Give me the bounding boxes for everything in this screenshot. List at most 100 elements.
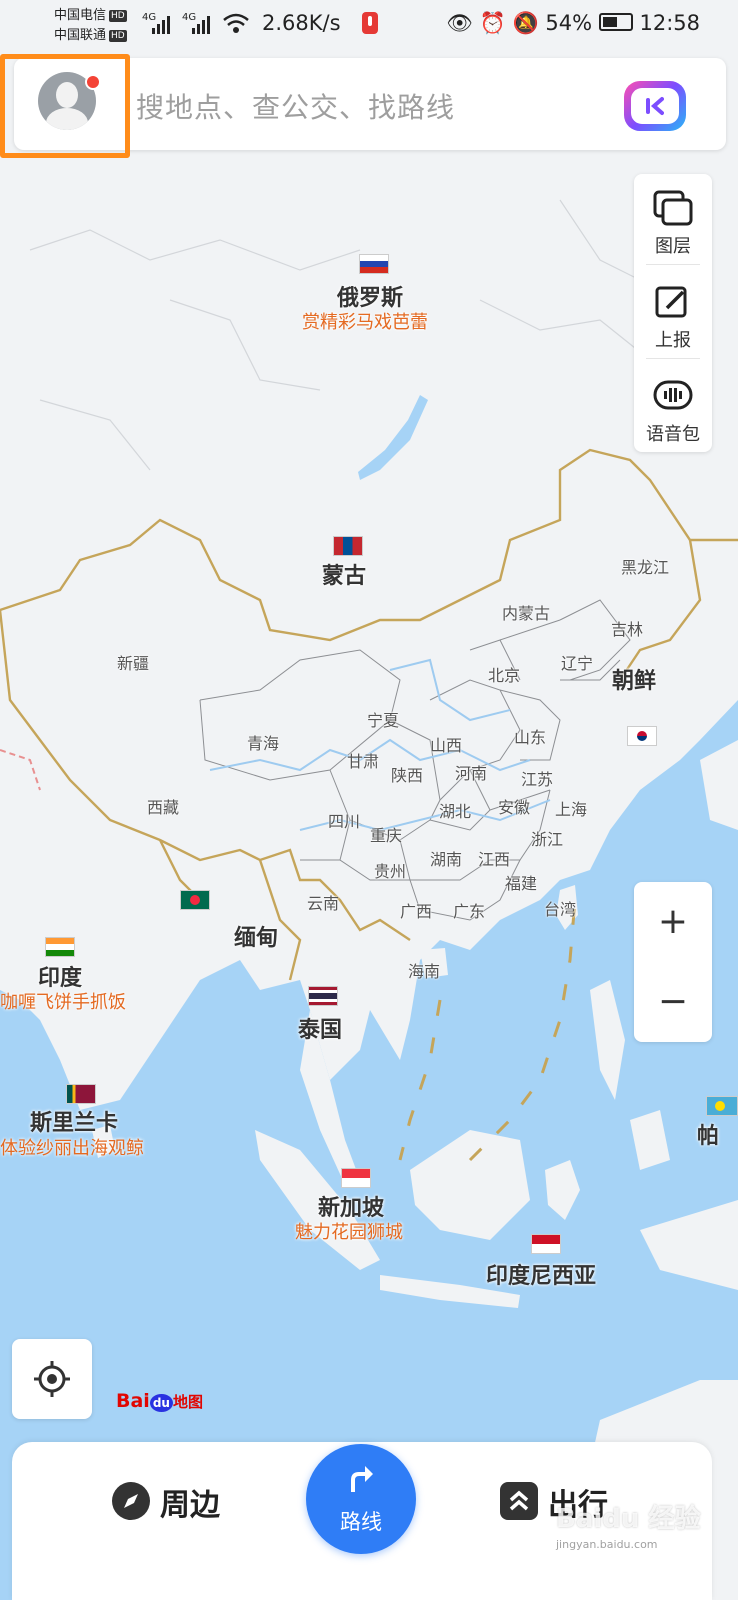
notification-dot	[85, 74, 101, 90]
compass-icon	[112, 1482, 150, 1520]
bangladesh-flag	[180, 890, 210, 910]
wifi-icon	[223, 13, 249, 33]
province-label[interactable]: 广西	[400, 898, 432, 922]
route-button[interactable]: 路线	[306, 1444, 416, 1554]
clock: 12:58	[639, 11, 700, 35]
carrier-name: 中国电信	[54, 8, 107, 23]
province-label[interactable]: 宁夏	[367, 707, 399, 731]
divider	[646, 264, 700, 265]
logo-paw: du	[149, 1394, 173, 1412]
south-korea-flag	[627, 726, 657, 746]
voice-pack-button[interactable]: 语音包	[634, 362, 712, 452]
palau-flag	[706, 1096, 738, 1116]
voice-assistant-button[interactable]	[624, 81, 686, 131]
avatar-body	[46, 108, 88, 130]
province-label[interactable]: 河南	[455, 760, 487, 784]
province-label[interactable]: 内蒙古	[502, 600, 550, 624]
carrier-name: 中国联通	[54, 28, 107, 43]
province-label[interactable]: 福建	[505, 870, 537, 894]
map-tools-panel: 图层 上报 语音包	[634, 174, 712, 452]
signal-icon	[152, 16, 170, 34]
singapore-flag	[341, 1168, 371, 1188]
province-label[interactable]: 四川	[328, 808, 360, 832]
battery-icon	[598, 13, 633, 31]
country-label[interactable]: 朝鲜	[612, 663, 656, 695]
divider	[646, 358, 700, 359]
province-label[interactable]: 海南	[408, 958, 440, 982]
russia-flag	[359, 254, 389, 274]
province-label[interactable]: 青海	[247, 730, 279, 754]
zoom-in-button[interactable]: +	[634, 882, 712, 962]
country-promo[interactable]: 体验纱丽出海观鲸	[0, 1134, 144, 1160]
route-label: 路线	[340, 1510, 382, 1534]
status-right: 👁 ⏰ 🔕 54% 12:58	[446, 11, 700, 36]
trip-icon	[500, 1482, 538, 1520]
voice-pack-label: 语音包	[646, 424, 700, 445]
map-canvas[interactable]	[0, 0, 738, 1600]
country-promo[interactable]: 赏精彩马戏芭蕾	[302, 308, 428, 334]
logo-text: Bai	[116, 1390, 150, 1412]
report-label: 上报	[655, 330, 691, 351]
province-label[interactable]: 辽宁	[561, 650, 593, 674]
layers-label: 图层	[655, 236, 691, 257]
country-label[interactable]: 泰国	[298, 1012, 342, 1044]
province-label[interactable]: 安徽	[498, 794, 530, 818]
battery-level: 54%	[545, 11, 593, 35]
carrier-info: 中国电信 HD 中国联通 HD	[54, 6, 127, 46]
thailand-flag	[308, 986, 338, 1006]
search-input[interactable]: 搜地点、查公交、找路线	[136, 86, 455, 126]
network-speed: 2.68K/s	[262, 11, 341, 35]
mongolia-flag	[333, 536, 363, 556]
report-button[interactable]: 上报	[634, 268, 712, 358]
country-label[interactable]: 缅甸	[234, 920, 278, 952]
country-label[interactable]: 帕	[697, 1118, 719, 1150]
province-label[interactable]: 重庆	[370, 822, 402, 846]
province-label[interactable]: 陕西	[391, 762, 423, 786]
province-label[interactable]: 广东	[453, 898, 485, 922]
eye-icon: 👁	[446, 11, 474, 35]
province-label[interactable]: 云南	[307, 890, 339, 914]
country-label[interactable]: 印度尼西亚	[486, 1258, 596, 1290]
baidu-map-logo: Bai du 地图	[116, 1390, 203, 1412]
logo-suffix: 地图	[172, 1393, 203, 1411]
province-label[interactable]: 湖北	[439, 798, 471, 822]
sri-lanka-flag	[66, 1084, 96, 1104]
province-label[interactable]: 上海	[555, 796, 587, 820]
edit-icon	[655, 286, 687, 318]
signal-icon	[192, 16, 210, 34]
province-label[interactable]: 山东	[514, 724, 546, 748]
country-label[interactable]: 蒙古	[322, 558, 366, 590]
province-label[interactable]: 浙江	[531, 826, 563, 850]
locate-button[interactable]	[12, 1339, 92, 1419]
province-label[interactable]: 黑龙江	[621, 554, 669, 578]
indonesia-flag	[531, 1234, 561, 1254]
hd-badge: HD	[109, 30, 127, 42]
province-label[interactable]: 甘肃	[347, 748, 379, 772]
province-label[interactable]: 北京	[488, 662, 520, 686]
country-promo[interactable]: 魅力花园狮城	[295, 1218, 403, 1244]
mic-recording-icon	[362, 12, 378, 34]
zoom-out-button[interactable]: −	[634, 962, 712, 1042]
province-label[interactable]: 吉林	[611, 616, 643, 640]
province-label[interactable]: 湖南	[430, 846, 462, 870]
country-label[interactable]: 斯里兰卡	[30, 1105, 118, 1137]
hd-badge: HD	[109, 10, 127, 22]
province-label[interactable]: 江西	[478, 846, 510, 870]
alarm-icon: ⏰	[479, 11, 506, 35]
voice-pack-icon	[653, 380, 693, 410]
province-label[interactable]: 台湾	[544, 896, 576, 920]
province-label[interactable]: 西藏	[147, 794, 179, 818]
layers-button[interactable]: 图层	[634, 174, 712, 264]
zoom-control: + −	[634, 882, 712, 1042]
province-label[interactable]: 新疆	[117, 650, 149, 674]
status-bar: 中国电信 HD 中国联通 HD 4G 4G 2.68K/s 👁 ⏰ 🔕 54% 12…	[0, 0, 738, 50]
route-arrow-icon	[351, 1466, 373, 1492]
province-label[interactable]: 江苏	[521, 766, 553, 790]
province-label[interactable]: 贵州	[374, 858, 406, 882]
india-flag	[45, 937, 75, 957]
country-promo[interactable]: 咖喱飞饼手抓饭	[0, 988, 126, 1014]
nearby-label: 周边	[160, 1488, 220, 1523]
layers-icon	[653, 190, 693, 226]
mute-icon: 🔕	[512, 11, 539, 35]
province-label[interactable]: 山西	[430, 732, 462, 756]
